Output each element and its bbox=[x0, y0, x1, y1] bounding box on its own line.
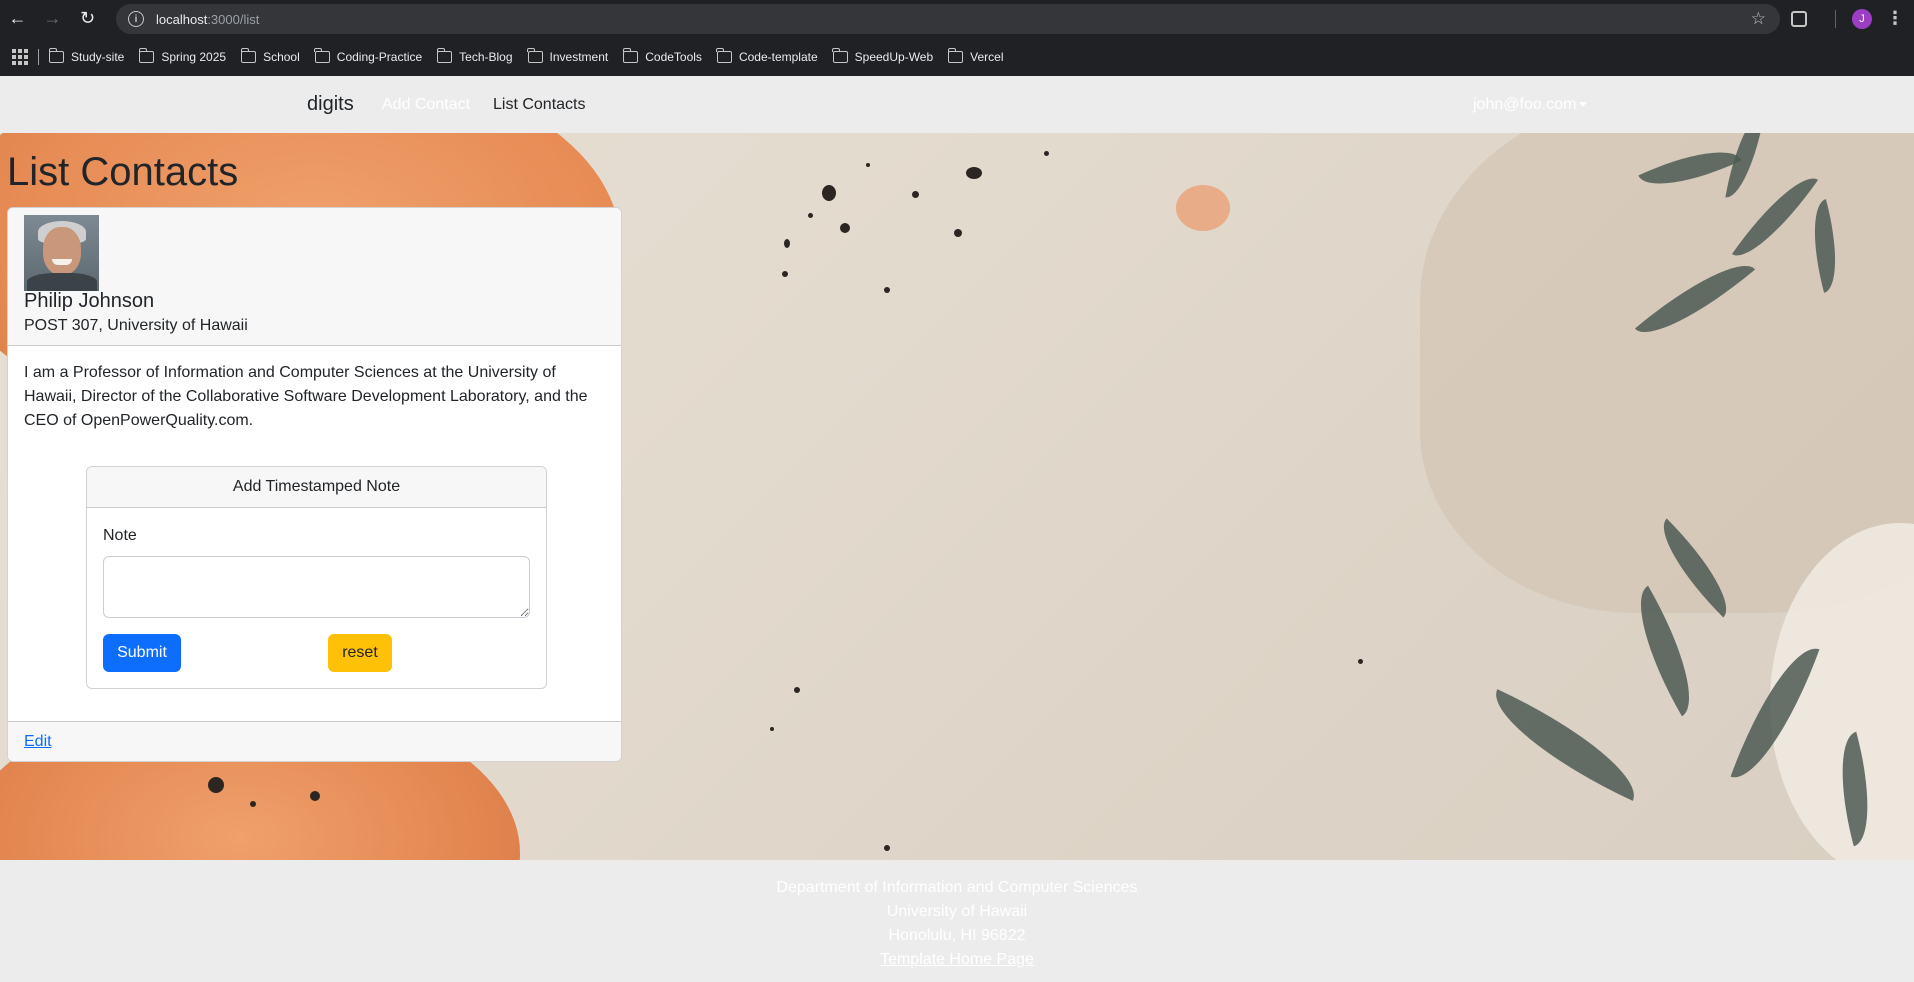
bookmark-label: Coding-Practice bbox=[336, 49, 423, 64]
leaf-decoration bbox=[1478, 689, 1652, 801]
ink-dot bbox=[884, 845, 890, 851]
ink-dot bbox=[840, 223, 850, 233]
bookmark-label: Vercel bbox=[970, 49, 1004, 64]
back-icon[interactable]: ← bbox=[0, 0, 35, 37]
ink-dot bbox=[208, 777, 224, 793]
bookmark-coding-practice[interactable]: Coding-Practice bbox=[314, 47, 423, 64]
footer-university: University of Hawaii bbox=[886, 903, 1028, 920]
folder-icon bbox=[527, 47, 543, 63]
ink-dot bbox=[1358, 659, 1363, 664]
ink-dot bbox=[794, 687, 800, 693]
background-area: List Contacts Philip Johnson POST 307, U… bbox=[0, 133, 1914, 860]
web-page: digits Add Contact List Contacts john@fo… bbox=[0, 76, 1914, 982]
page-title: List Contacts bbox=[7, 150, 239, 194]
folder-icon bbox=[436, 47, 453, 63]
bookmarks-bar: Study-site Spring 2025 School Coding-Pra… bbox=[0, 37, 1914, 76]
footer-department: Department of Information and Computer S… bbox=[776, 879, 1138, 896]
submit-button[interactable]: Submit bbox=[103, 634, 181, 672]
extensions-icon[interactable] bbox=[1791, 10, 1807, 27]
nav-add-contact[interactable]: Add Contact bbox=[382, 96, 470, 114]
ink-dot bbox=[912, 191, 919, 198]
contact-description: I am a Professor of Information and Comp… bbox=[24, 364, 588, 429]
address-bar[interactable]: i localhost:3000/list ☆ bbox=[116, 4, 1780, 34]
note-textarea[interactable] bbox=[103, 556, 530, 618]
bookmarks-divider bbox=[38, 48, 39, 65]
user-email: john@foo.com bbox=[1473, 96, 1577, 113]
reset-button[interactable]: reset bbox=[328, 634, 392, 672]
nav-list-contacts[interactable]: List Contacts bbox=[493, 96, 585, 114]
toolbar-divider bbox=[1835, 9, 1836, 28]
bookmark-school[interactable]: School bbox=[240, 47, 300, 64]
bookmark-label: SpeedUp-Web bbox=[854, 49, 934, 64]
folder-icon bbox=[622, 47, 639, 63]
brand-link[interactable]: digits bbox=[307, 93, 354, 116]
reload-icon[interactable]: ↻ bbox=[70, 0, 105, 37]
bookmark-label: School bbox=[263, 49, 300, 64]
ink-dot bbox=[966, 167, 982, 179]
bookmark-label: Spring 2025 bbox=[161, 49, 227, 64]
folder-icon bbox=[314, 47, 330, 63]
ink-dot bbox=[1044, 151, 1049, 156]
profile-avatar[interactable]: J bbox=[1852, 8, 1872, 29]
bookmark-label: CodeTools bbox=[645, 49, 702, 64]
bookmark-speedup-web[interactable]: SpeedUp-Web bbox=[832, 47, 934, 64]
menu-kebab-icon[interactable]: ⋮ bbox=[1886, 8, 1904, 29]
contact-name: Philip Johnson bbox=[24, 290, 155, 312]
folder-icon bbox=[832, 47, 848, 63]
bookmark-tech-blog[interactable]: Tech-Blog bbox=[436, 47, 513, 64]
ink-dot bbox=[770, 727, 774, 731]
ink-dot bbox=[782, 271, 788, 277]
forward-icon[interactable]: → bbox=[35, 0, 70, 37]
add-note-form: Add Timestamped Note Note Submit reset bbox=[86, 466, 547, 689]
contact-card: Philip Johnson POST 307, University of H… bbox=[7, 207, 622, 762]
ink-dot bbox=[250, 801, 256, 807]
ink-dot bbox=[866, 163, 870, 167]
site-info-icon[interactable]: i bbox=[128, 11, 144, 27]
bookmark-spring-2025[interactable]: Spring 2025 bbox=[138, 47, 227, 64]
contact-card-footer: Edit bbox=[8, 721, 621, 761]
url-text[interactable]: localhost:3000/list bbox=[156, 12, 259, 27]
folder-icon bbox=[716, 47, 732, 63]
folder-icon bbox=[947, 47, 964, 63]
bookmark-code-template[interactable]: Code-template bbox=[716, 47, 818, 64]
contact-address: POST 307, University of Hawaii bbox=[24, 317, 248, 334]
bookmark-label: Investment bbox=[549, 49, 609, 64]
contact-card-header: Philip Johnson POST 307, University of H… bbox=[8, 208, 621, 346]
bookmark-investment[interactable]: Investment bbox=[527, 47, 609, 64]
bookmark-study-site[interactable]: Study-site bbox=[48, 47, 125, 64]
bookmark-star-icon[interactable]: ☆ bbox=[1751, 9, 1766, 29]
footer-city: Honolulu, HI 96822 bbox=[888, 927, 1026, 944]
url-host: localhost bbox=[156, 11, 208, 27]
ink-dot bbox=[808, 213, 813, 218]
ink-dot bbox=[822, 185, 836, 201]
ink-dot bbox=[954, 229, 962, 237]
bookmark-label: Code-template bbox=[738, 49, 818, 64]
bookmark-label: Tech-Blog bbox=[459, 49, 513, 64]
caret-down-icon bbox=[1579, 102, 1588, 108]
ink-dot bbox=[784, 239, 790, 248]
template-home-link[interactable]: Template Home Page bbox=[880, 948, 1034, 972]
site-footer: Department of Information and Computer S… bbox=[0, 860, 1914, 982]
folder-icon bbox=[240, 47, 257, 63]
bookmark-vercel[interactable]: Vercel bbox=[947, 47, 1004, 64]
ink-dot bbox=[884, 287, 890, 293]
bookmark-codetools[interactable]: CodeTools bbox=[622, 47, 702, 64]
note-label: Note bbox=[103, 527, 137, 544]
apps-grid-icon[interactable] bbox=[12, 48, 28, 65]
ink-dot bbox=[310, 791, 320, 801]
site-navbar: digits Add Contact List Contacts john@fo… bbox=[0, 76, 1914, 133]
orange-dot bbox=[1176, 185, 1230, 231]
edit-link[interactable]: Edit bbox=[24, 733, 52, 751]
add-note-header: Add Timestamped Note bbox=[87, 467, 546, 508]
browser-toolbar: ← → ↻ i localhost:3000/list ☆ J ⋮ bbox=[0, 0, 1914, 37]
folder-icon bbox=[48, 47, 64, 63]
bookmark-label: Study-site bbox=[71, 49, 125, 64]
url-path: :3000/list bbox=[207, 11, 260, 27]
folder-icon bbox=[138, 47, 155, 63]
contact-avatar bbox=[24, 215, 99, 291]
user-dropdown[interactable]: john@foo.com bbox=[1473, 96, 1588, 114]
